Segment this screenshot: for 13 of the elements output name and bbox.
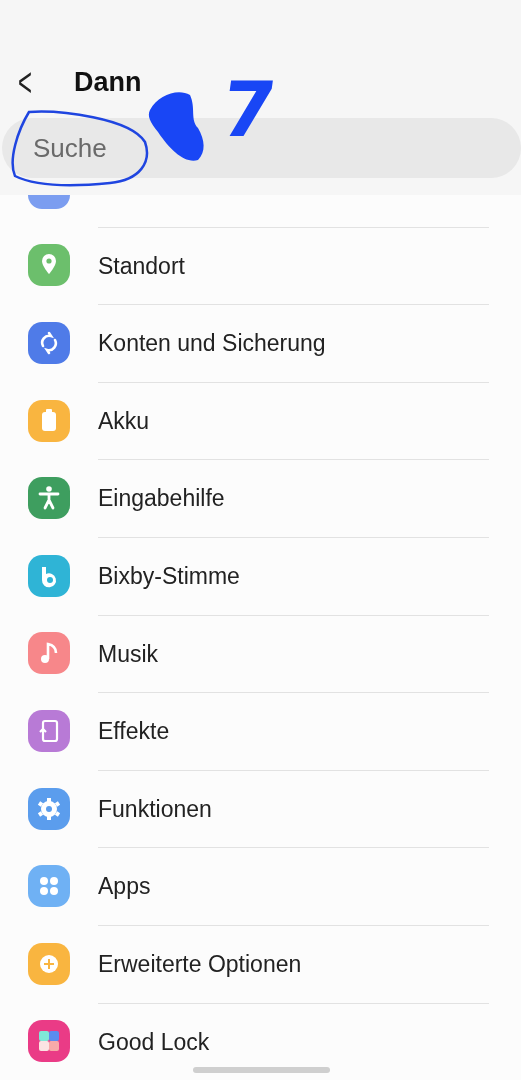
settings-item[interactable]: Standort [98, 248, 185, 284]
settings-item[interactable]: Bixby-Stimme [98, 559, 240, 594]
settings-item[interactable]: Apps [98, 869, 151, 904]
page-title: Dann [74, 65, 142, 99]
settings-item[interactable]: Konten und Sicherung [98, 326, 326, 361]
back-button[interactable]: < [0, 62, 46, 102]
settings-item[interactable]: Akku [98, 403, 150, 439]
settings-item[interactable]: Erweiterte Optionen [98, 947, 302, 982]
settings-item[interactable]: Eingabehilfe [98, 481, 225, 516]
settings-item[interactable]: Good Lock [98, 1024, 210, 1060]
settings-item[interactable]: Effekte [98, 714, 170, 749]
settings-item[interactable]: Musik [98, 636, 159, 672]
settings-item[interactable]: Funktionen [98, 791, 212, 827]
